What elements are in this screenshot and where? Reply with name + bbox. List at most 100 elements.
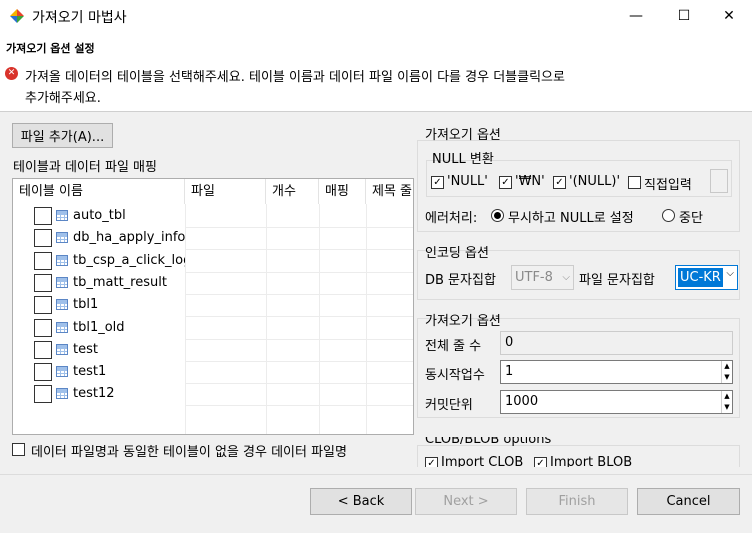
column-header-table-name[interactable]: 테이블 이름 — [13, 179, 185, 204]
total-lines-field: 0 — [500, 331, 733, 355]
row-checkbox[interactable] — [34, 318, 52, 337]
table-row[interactable]: tb_matt_result — [13, 273, 413, 295]
file-charset-select[interactable]: UC-KR ⌵ — [675, 265, 738, 290]
import-options-title: 가져오기 옵션 — [425, 128, 501, 143]
spinner-arrows-icon[interactable]: ▲ ▼ — [721, 391, 732, 413]
null-option-checkbox[interactable]: ✓ — [431, 176, 444, 189]
message-line-2: 추가해주세요. — [25, 91, 101, 106]
window-title: 가져오기 마법사 — [32, 10, 127, 26]
column-header-mapping[interactable]: 매핑 — [319, 179, 366, 204]
db-charset-label: DB 문자집합 — [425, 273, 496, 288]
table-name-cell: tbl1_old — [73, 319, 125, 335]
table-name-cell: test — [73, 341, 98, 357]
table-name-cell: test1 — [73, 364, 107, 380]
back-button[interactable]: < Back — [310, 488, 412, 515]
encoding-title: 인코딩 옵션 — [425, 246, 489, 261]
table-row[interactable]: auto_tbl — [13, 206, 413, 228]
create-table-checkbox[interactable] — [12, 443, 25, 456]
null-option-label: 'NULL' — [447, 174, 488, 189]
db-charset-select[interactable]: UTF-8 ⌵ — [511, 265, 574, 290]
concurrency-value: 1 — [505, 364, 514, 379]
close-button[interactable]: ✕ — [706, 0, 752, 32]
table-row[interactable]: test — [13, 340, 413, 362]
commit-unit-spinner[interactable]: 1000 ▲ ▼ — [500, 390, 733, 414]
clob-blob-title: CLOB/BLOB options — [425, 437, 552, 447]
row-checkbox[interactable] — [34, 340, 52, 359]
spinner-arrows-icon[interactable]: ▲ ▼ — [721, 361, 732, 383]
chevron-down-icon: ⌵ — [726, 268, 734, 279]
table-name-cell: db_ha_apply_info — [73, 230, 185, 246]
won-n-option-checkbox[interactable]: ✓ — [499, 176, 512, 189]
row-checkbox[interactable] — [34, 296, 52, 315]
table-icon — [56, 276, 68, 288]
column-header-file[interactable]: 파일 — [185, 179, 266, 204]
table-row[interactable]: tb_csp_a_click_log — [13, 251, 413, 273]
table-row[interactable]: tbl1_old — [13, 318, 413, 340]
add-file-button[interactable]: 파일 추가(A)... — [12, 123, 113, 148]
direct-input-field[interactable] — [710, 169, 728, 193]
column-header-count[interactable]: 개수 — [266, 179, 319, 204]
instruction-message: 가져올 데이터의 테이블을 선택해주세요. 테이블 이름과 데이터 파일 이름이… — [25, 67, 725, 109]
commit-unit-value: 1000 — [505, 394, 539, 409]
abort-label: 중단 — [679, 211, 703, 226]
row-checkbox[interactable] — [34, 363, 52, 382]
table-icon — [56, 366, 68, 378]
finish-button[interactable]: Finish — [526, 488, 628, 515]
row-checkbox[interactable] — [34, 385, 52, 404]
direct-input-label: 직접입력 — [644, 178, 692, 193]
table-icon — [56, 232, 68, 244]
row-checkbox[interactable] — [34, 273, 52, 292]
file-charset-label: 파일 문자집합 — [579, 273, 655, 288]
concurrency-spinner[interactable]: 1 ▲ ▼ — [500, 360, 733, 384]
table-icon — [56, 299, 68, 311]
mapping-table: 테이블 이름 파일 개수 매핑 제목 줄 auto_tbl db_ha_apply… — [12, 178, 414, 435]
commit-unit-label: 커밋단위 — [425, 398, 473, 413]
table-row[interactable]: tbl1 — [13, 295, 413, 318]
paren-null-option-label: '(NULL)' — [569, 174, 621, 189]
maximize-button[interactable]: ☐ — [661, 0, 707, 32]
table-icon — [56, 321, 68, 333]
table-name-cell: test12 — [73, 386, 115, 402]
file-charset-value: UC-KR — [678, 268, 723, 287]
table-row[interactable]: test1 — [13, 362, 413, 385]
import-blob-checkbox[interactable]: ✓ — [534, 457, 547, 467]
clob-blob-section: CLOB/BLOB options ✓ Import CLOB ✓ Import… — [417, 437, 740, 467]
page-title: 가져오기 옵션 설정 — [6, 42, 95, 55]
concurrency-label: 동시작업수 — [425, 368, 485, 383]
table-icon — [56, 388, 68, 400]
won-n-option-label: '₩N' — [515, 174, 545, 189]
ignore-null-radio[interactable] — [491, 209, 504, 222]
import-clob-checkbox[interactable]: ✓ — [425, 457, 438, 467]
table-name-cell: auto_tbl — [73, 208, 126, 223]
chevron-down-icon: ⌵ — [562, 272, 570, 283]
null-conversion-title: NULL 변환 — [432, 152, 494, 167]
create-table-checkbox-label: 데이터 파일명과 동일한 테이블이 없을 경우 데이터 파일명 — [31, 445, 347, 460]
next-button[interactable]: Next > — [415, 488, 517, 515]
table-icon — [56, 210, 68, 221]
import-blob-label: Import BLOB — [550, 455, 633, 467]
abort-radio[interactable] — [662, 209, 675, 222]
message-line-1: 가져올 데이터의 테이블을 선택해주세요. 테이블 이름과 데이터 파일 이름이… — [25, 70, 565, 85]
table-row[interactable]: db_ha_apply_info — [13, 228, 413, 251]
paren-null-option-checkbox[interactable]: ✓ — [553, 176, 566, 189]
row-checkbox[interactable] — [34, 207, 52, 225]
table-name-cell: tbl1 — [73, 297, 99, 313]
direct-input-checkbox[interactable] — [628, 176, 641, 189]
import-clob-label: Import CLOB — [441, 455, 524, 467]
mapping-label: 테이블과 데이터 파일 매핑 — [13, 160, 157, 175]
column-header-title-line[interactable]: 제목 줄 — [366, 179, 413, 204]
total-lines-label: 전체 줄 수 — [425, 339, 482, 354]
table-name-cell: tb_matt_result — [73, 274, 167, 290]
table-name-cell: tb_csp_a_click_log — [73, 252, 185, 268]
table-row[interactable]: test12 — [13, 384, 413, 407]
error-handling-label: 에러처리: — [425, 211, 478, 226]
error-icon: ✕ — [5, 67, 18, 80]
app-logo-icon — [10, 9, 24, 23]
minimize-button[interactable]: — — [613, 0, 659, 32]
import-settings-title: 가져오기 옵션 — [425, 314, 501, 329]
db-charset-value: UTF-8 — [515, 270, 553, 285]
row-checkbox[interactable] — [34, 251, 52, 270]
table-icon — [56, 254, 68, 266]
cancel-button[interactable]: Cancel — [637, 488, 740, 515]
row-checkbox[interactable] — [34, 229, 52, 248]
